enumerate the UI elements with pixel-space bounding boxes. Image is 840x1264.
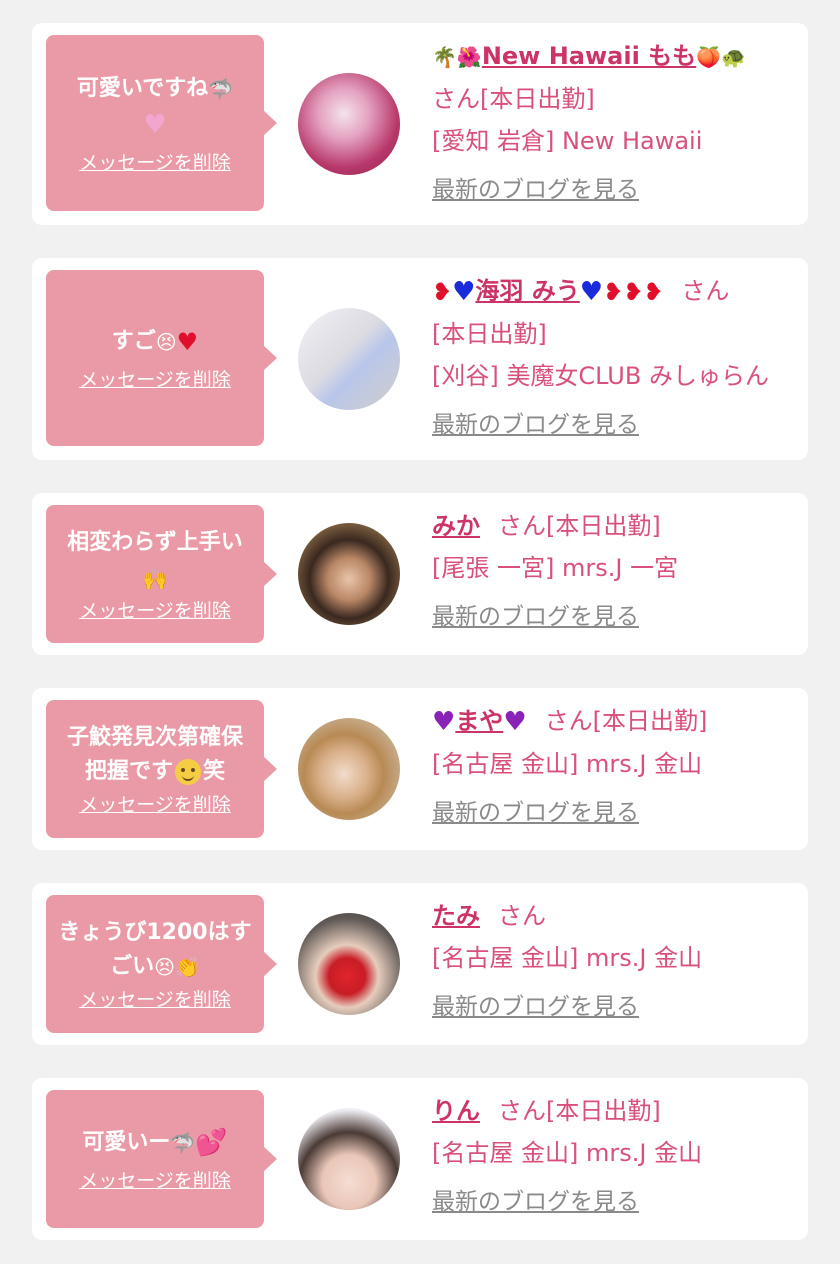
cast-name-link[interactable]: みか bbox=[432, 512, 480, 540]
profile-info: ❥♥海羽 みう♥ ❥❥❥ さん [本日出勤] [刈谷] 美魔女CLUB みしゅらん… bbox=[432, 270, 790, 445]
honorific: さん bbox=[681, 277, 730, 305]
delete-message-link[interactable]: メッセージを削除 bbox=[79, 988, 231, 1012]
list-item: きょうび1200はす ごい😣👏 メッセージを削除 たみ さん [名古屋 金山] mr… bbox=[32, 883, 808, 1045]
latest-blog-link[interactable]: 最新のブログを見る bbox=[432, 1182, 639, 1222]
message-text: 相変わらず上手い bbox=[67, 530, 243, 555]
cast-name-link[interactable]: 海羽 みう bbox=[475, 277, 579, 305]
shop-name: [愛知 岩倉] New Hawaii bbox=[432, 127, 703, 155]
latest-blog-link[interactable]: 最新のブログを見る bbox=[432, 597, 639, 637]
list-item: 可愛いー🦈💕 メッセージを削除 りん さん[本日出勤] [名古屋 金山] mrs.… bbox=[32, 1078, 808, 1240]
profile-info: みか さん[本日出勤] [尾張 一宮] mrs.J 一宮 最新のブログを見る bbox=[432, 505, 790, 637]
delete-message-link[interactable]: メッセージを削除 bbox=[79, 368, 231, 392]
list-item: 子鮫発見次第確保 把握です笑 メッセージを削除 ♥まや♥ さん[本日出勤] [名古屋… bbox=[32, 688, 808, 850]
hearts-icon: ❥❥❥ bbox=[603, 278, 664, 306]
heart-icon: ❥ bbox=[432, 278, 453, 306]
clapping-icon: 👏 bbox=[174, 955, 200, 979]
shop-name: [刈谷] 美魔女CLUB みしゅらん bbox=[432, 362, 769, 390]
two-hearts-icon: 💕 bbox=[195, 1128, 228, 1158]
turtle-icon: 🐢 bbox=[721, 45, 746, 69]
cast-status: [本日出勤] bbox=[432, 320, 547, 348]
message-bubble: きょうび1200はす ごい😣👏 メッセージを削除 bbox=[46, 895, 277, 1033]
shark-icon: 🦈 bbox=[208, 77, 234, 101]
smile-icon bbox=[174, 759, 201, 785]
cast-status: [本日出勤] bbox=[592, 707, 708, 735]
profile-info: ♥まや♥ さん[本日出勤] [名古屋 金山] mrs.J 金山 最新のブログを見る bbox=[432, 700, 790, 833]
delete-message-link[interactable]: メッセージを削除 bbox=[79, 793, 231, 817]
list-item: すご😣♥ メッセージを削除 ❥♥海羽 みう♥ ❥❥❥ さん [本日出勤] [刈谷]… bbox=[32, 258, 808, 460]
honorific: さん bbox=[498, 902, 546, 930]
shop-name: [尾張 一宮] mrs.J 一宮 bbox=[432, 554, 679, 582]
list-item: 可愛いですね🦈 ♥ メッセージを削除 🌴🌺New Hawaii もも🍑🐢 さん[… bbox=[32, 23, 808, 225]
honorific: さん bbox=[544, 707, 593, 735]
cast-status: [本日出勤] bbox=[546, 512, 661, 540]
message-text: 可愛いー bbox=[82, 1130, 171, 1155]
avatar[interactable] bbox=[298, 718, 400, 820]
blue-heart-icon: ♥ bbox=[579, 277, 604, 307]
honorific: さん bbox=[498, 512, 546, 540]
message-text: すご bbox=[111, 329, 156, 354]
message-bubble: すご😣♥ メッセージを削除 bbox=[46, 270, 277, 446]
shop-name: [名古屋 金山] mrs.J 金山 bbox=[432, 1139, 703, 1167]
hibiscus-icon: 🌺 bbox=[456, 45, 482, 69]
avatar[interactable] bbox=[298, 308, 400, 410]
shop-name: [名古屋 金山] mrs.J 金山 bbox=[432, 944, 703, 972]
cast-name-link[interactable]: まや bbox=[455, 707, 503, 735]
latest-blog-link[interactable]: 最新のブログを見る bbox=[432, 405, 639, 445]
avatar[interactable] bbox=[298, 1108, 400, 1210]
honorific: さん bbox=[498, 1097, 546, 1125]
profile-info: りん さん[本日出勤] [名古屋 金山] mrs.J 金山 最新のブログを見る bbox=[432, 1090, 790, 1222]
delete-message-link[interactable]: メッセージを削除 bbox=[79, 151, 231, 175]
shop-name: [名古屋 金山] mrs.J 金山 bbox=[432, 750, 703, 778]
avatar[interactable] bbox=[298, 73, 400, 175]
profile-info: 🌴🌺New Hawaii もも🍑🐢 さん[本日出勤] [愛知 岩倉] New H… bbox=[432, 35, 790, 210]
message-bubble: 可愛いですね🦈 ♥ メッセージを削除 bbox=[46, 35, 277, 211]
message-text: 子鮫発見次第確保 把握です笑 bbox=[66, 725, 243, 785]
delete-message-link[interactable]: メッセージを削除 bbox=[79, 599, 231, 623]
tired-face-icon: 😣 bbox=[154, 955, 175, 979]
blue-heart-icon: ♥ bbox=[452, 277, 476, 307]
avatar[interactable] bbox=[298, 913, 400, 1015]
cast-name-link[interactable]: たみ bbox=[432, 902, 480, 930]
shark-icon: 🦈 bbox=[170, 1131, 196, 1155]
profile-info: たみ さん [名古屋 金山] mrs.J 金山 最新のブログを見る bbox=[432, 895, 790, 1027]
cast-name-link[interactable]: りん bbox=[432, 1097, 480, 1125]
delete-message-link[interactable]: メッセージを削除 bbox=[79, 1169, 231, 1193]
tired-face-icon: 😣 bbox=[155, 330, 177, 354]
latest-blog-link[interactable]: 最新のブログを見る bbox=[432, 987, 639, 1027]
palm-tree-icon: 🌴 bbox=[432, 45, 457, 69]
message-text: 可愛いですね bbox=[76, 76, 209, 101]
cast-status: [本日出勤] bbox=[546, 1097, 661, 1125]
latest-blog-link[interactable]: 最新のブログを見る bbox=[432, 170, 639, 210]
message-bubble: 可愛いー🦈💕 メッセージを削除 bbox=[46, 1090, 277, 1228]
avatar[interactable] bbox=[298, 523, 400, 625]
red-heart-icon: ♥ bbox=[176, 328, 199, 356]
message-list: 可愛いですね🦈 ♥ メッセージを削除 🌴🌺New Hawaii もも🍑🐢 さん[… bbox=[0, 0, 840, 1264]
cast-status: さん[本日出勤] bbox=[432, 85, 595, 113]
list-item: 相変わらず上手い 🙌 メッセージを削除 みか さん[本日出勤] [尾張 一宮] m… bbox=[32, 493, 808, 655]
cast-name-link[interactable]: New Hawaii もも bbox=[482, 42, 696, 70]
message-text: きょうび1200はす ごい😣👏 bbox=[58, 920, 251, 979]
message-bubble: 相変わらず上手い 🙌 メッセージを削除 bbox=[46, 505, 277, 643]
message-bubble: 子鮫発見次第確保 把握です笑 メッセージを削除 bbox=[46, 700, 277, 838]
purple-heart-icon: ♥ bbox=[503, 707, 527, 737]
hands-icon: 🙌 bbox=[142, 567, 168, 591]
peach-icon: 🍑 bbox=[696, 45, 722, 69]
purple-heart-icon: ♥ bbox=[432, 707, 456, 737]
latest-blog-link[interactable]: 最新のブログを見る bbox=[432, 793, 639, 833]
pink-heart-icon: ♥ bbox=[143, 110, 167, 140]
